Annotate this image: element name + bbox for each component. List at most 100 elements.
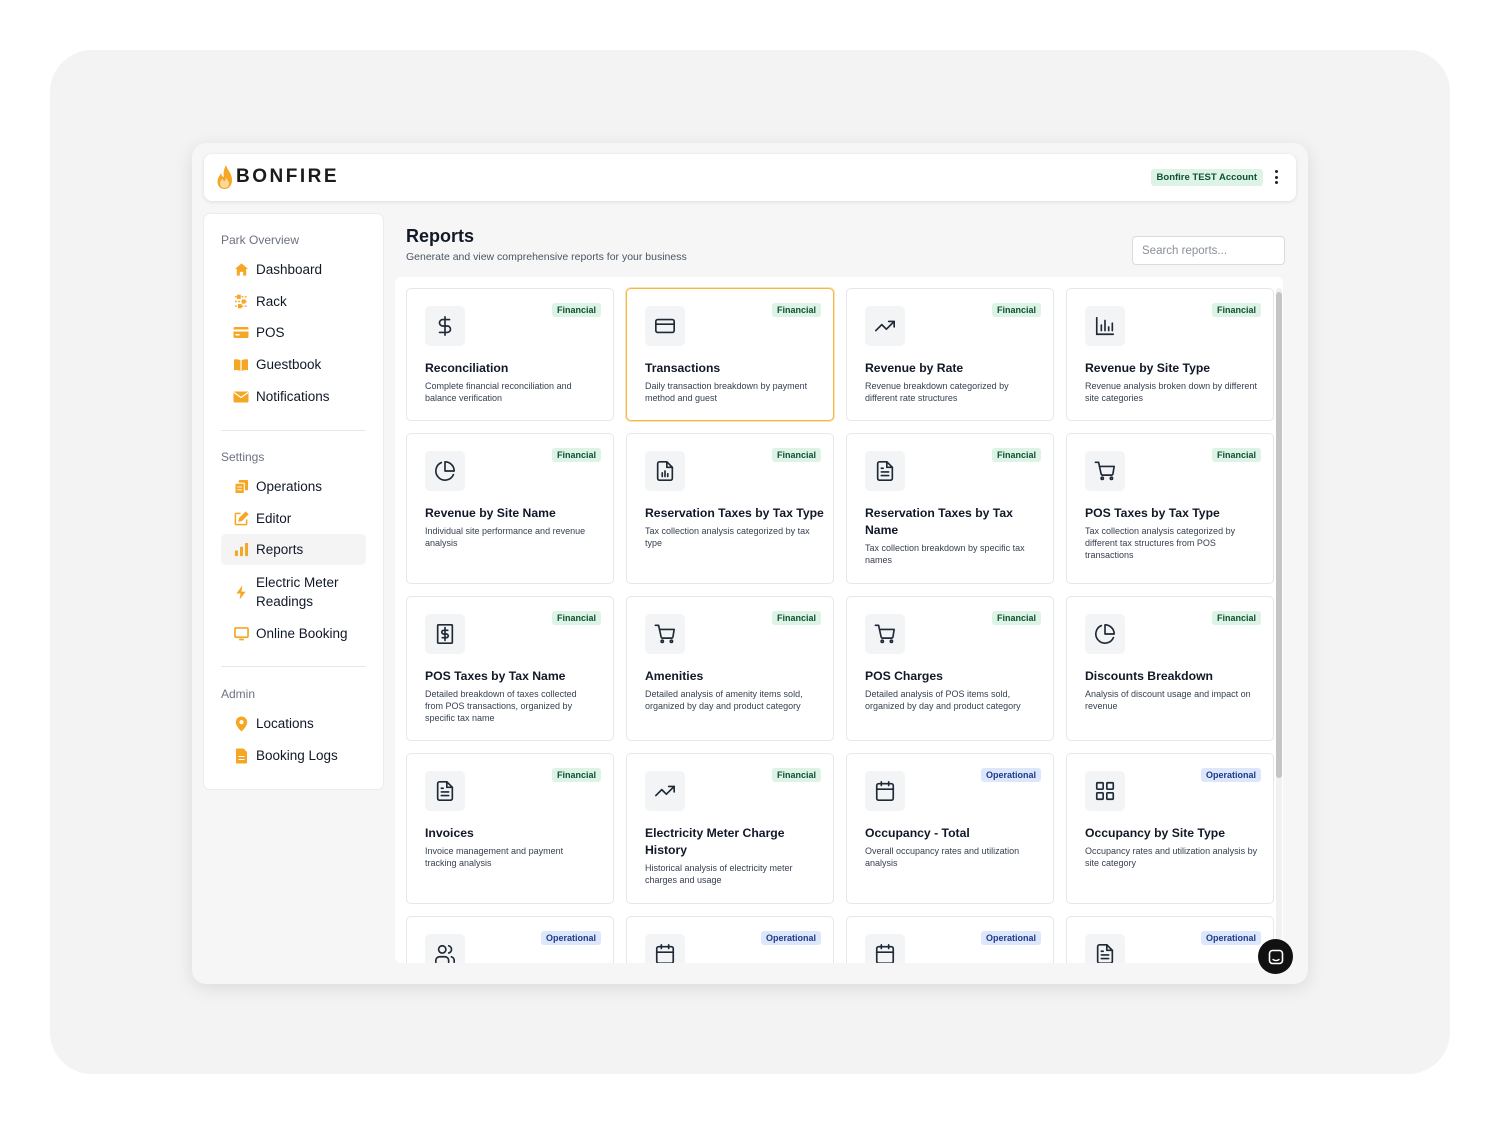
trending-up-icon	[865, 306, 905, 346]
category-badge: Financial	[771, 611, 821, 625]
chat-icon	[1268, 949, 1283, 964]
report-card-amenities[interactable]: Financial Amenities Detailed analysis of…	[626, 596, 834, 741]
sidebar-item-operations[interactable]: Operations	[221, 471, 366, 502]
sidebar-item-label: Dashboard	[256, 262, 323, 277]
report-card-reservation-taxes-by-tax-name[interactable]: Financial Reservation Taxes by Tax Name …	[846, 433, 1054, 584]
category-badge: Operational	[1200, 931, 1261, 945]
report-title: Reservation Taxes by Tax Name	[865, 506, 1013, 537]
reports-grid: Financial Reconciliation Complete financ…	[395, 277, 1283, 963]
more-menu-icon[interactable]	[1272, 169, 1280, 185]
report-card-occupancy-total[interactable]: Operational Occupancy - Total Overall oc…	[846, 753, 1054, 904]
report-card-discounts-breakdown[interactable]: Financial Discounts Breakdown Analysis o…	[1066, 596, 1274, 741]
report-title: Invoices	[425, 826, 474, 840]
map-pin-icon	[233, 716, 249, 732]
report-description: Detailed analysis of POS items sold, org…	[865, 689, 1021, 711]
category-badge: Financial	[771, 303, 821, 317]
report-card-electricity-meter-charge-history[interactable]: Financial Electricity Meter Charge Histo…	[626, 753, 834, 904]
documents-icon	[233, 479, 249, 495]
search-reports-input[interactable]	[1132, 236, 1285, 265]
report-card-operational-users[interactable]: Operational	[406, 916, 614, 963]
monitor-icon	[233, 626, 249, 642]
report-title: Revenue by Site Name	[425, 506, 556, 520]
sidebar-item-notifications[interactable]: Notifications	[221, 381, 366, 412]
category-badge: Financial	[771, 448, 821, 462]
sidebar-item-guestbook[interactable]: Guestbook	[221, 349, 366, 380]
sidebar-item-locations[interactable]: Locations	[221, 708, 366, 739]
bonfire-logo[interactable]: BONFIRE	[216, 164, 339, 190]
report-card-revenue-by-site-name[interactable]: Financial Revenue by Site Name Individua…	[406, 433, 614, 584]
report-card-revenue-by-site-type[interactable]: Financial Revenue by Site Type Revenue a…	[1066, 288, 1274, 421]
report-title: Transactions	[645, 361, 721, 375]
report-card-reconciliation[interactable]: Financial Reconciliation Complete financ…	[406, 288, 614, 421]
category-badge: Financial	[991, 303, 1041, 317]
report-card-pos-taxes-by-tax-type[interactable]: Financial POS Taxes by Tax Type Tax coll…	[1066, 433, 1274, 584]
bar-chart-icon	[233, 542, 249, 558]
report-description: Tax collection analysis categorized by t…	[645, 526, 810, 548]
sidebar-item-rack[interactable]: Rack	[221, 286, 366, 317]
sidebar-item-label: Notifications	[256, 389, 330, 404]
report-card-reservation-taxes-by-tax-type[interactable]: Financial Reservation Taxes by Tax Type …	[626, 433, 834, 584]
report-title: Amenities	[645, 669, 704, 683]
sidebar-item-online-booking[interactable]: Online Booking	[221, 618, 366, 649]
pie-chart-icon	[1085, 614, 1125, 654]
report-card-operational-calendar[interactable]: Operational	[626, 916, 834, 963]
report-description: Daily transaction breakdown by payment m…	[645, 381, 808, 403]
calendar-icon	[865, 771, 905, 811]
category-badge: Financial	[991, 611, 1041, 625]
chat-button[interactable]	[1258, 939, 1293, 974]
sidebar-item-editor[interactable]: Editor	[221, 503, 366, 534]
sidebar: Park Overview Dashboard Rack POS Guestbo…	[204, 214, 383, 789]
category-badge: Financial	[551, 611, 601, 625]
pie-chart-icon	[425, 451, 465, 491]
category-badge: Financial	[771, 768, 821, 782]
report-card-transactions[interactable]: Financial Transactions Daily transaction…	[626, 288, 834, 421]
app-window: BONFIRE Bonfire TEST Account Park Overvi…	[192, 143, 1308, 984]
category-badge: Operational	[980, 768, 1041, 782]
file-icon	[233, 748, 249, 764]
sidebar-item-label: Online Booking	[256, 626, 348, 641]
report-card-invoices[interactable]: Financial Invoices Invoice management an…	[406, 753, 614, 904]
scrollbar-thumb[interactable]	[1276, 292, 1282, 778]
report-title: Electricity Meter Charge History	[645, 826, 785, 857]
page-title: Reports	[406, 226, 475, 246]
report-description: Historical analysis of electricity meter…	[645, 863, 793, 885]
sidebar-section-park-overview: Park Overview	[221, 233, 300, 247]
category-badge: Financial	[551, 768, 601, 782]
sidebar-item-label: Rack	[256, 294, 287, 309]
sidebar-item-label: Electric Meter Readings	[256, 575, 339, 609]
reports-scrollbar[interactable]	[1276, 288, 1282, 960]
report-title: POS Taxes by Tax Type	[1085, 506, 1220, 520]
report-description: Analysis of discount usage and impact on…	[1085, 689, 1251, 711]
mail-icon	[233, 389, 249, 405]
file-text-icon	[1085, 934, 1125, 963]
sidebar-item-label: Locations	[256, 716, 314, 731]
home-icon	[233, 262, 249, 278]
sidebar-item-label: POS	[256, 325, 285, 340]
category-badge: Financial	[1211, 611, 1261, 625]
sidebar-item-electric-meter-readings[interactable]: Electric Meter Readings	[221, 571, 366, 613]
sidebar-item-dashboard[interactable]: Dashboard	[221, 254, 366, 285]
report-card-operational-calendar-2[interactable]: Operational	[846, 916, 1054, 963]
report-description: Overall occupancy rates and utilization …	[865, 846, 1020, 868]
report-title: POS Charges	[865, 669, 943, 683]
flame-icon	[217, 165, 232, 189]
receipt-icon	[425, 614, 465, 654]
file-text-icon	[425, 771, 465, 811]
report-title: Discounts Breakdown	[1085, 669, 1213, 683]
logo-text: BONFIRE	[236, 166, 339, 187]
report-title: Reservation Taxes by Tax Type	[645, 506, 824, 520]
account-badge[interactable]: Bonfire TEST Account	[1150, 169, 1263, 186]
report-card-revenue-by-rate[interactable]: Financial Revenue by Rate Revenue breakd…	[846, 288, 1054, 421]
report-card-pos-charges[interactable]: Financial POS Charges Detailed analysis …	[846, 596, 1054, 741]
report-card-pos-taxes-by-tax-name[interactable]: Financial POS Taxes by Tax Name Detailed…	[406, 596, 614, 741]
sidebar-item-pos[interactable]: POS	[221, 317, 366, 348]
report-description: Invoice management and payment tracking …	[425, 846, 564, 868]
category-badge: Financial	[991, 448, 1041, 462]
sidebar-item-reports[interactable]: Reports	[221, 534, 366, 565]
sidebar-divider	[221, 430, 366, 431]
credit-card-icon	[233, 325, 249, 341]
sidebar-item-booking-logs[interactable]: Booking Logs	[221, 740, 366, 771]
sidebar-item-label: Editor	[256, 511, 292, 526]
report-card-operational-document[interactable]: Operational	[1066, 916, 1274, 963]
report-card-occupancy-by-site-type[interactable]: Operational Occupancy by Site Type Occup…	[1066, 753, 1274, 904]
